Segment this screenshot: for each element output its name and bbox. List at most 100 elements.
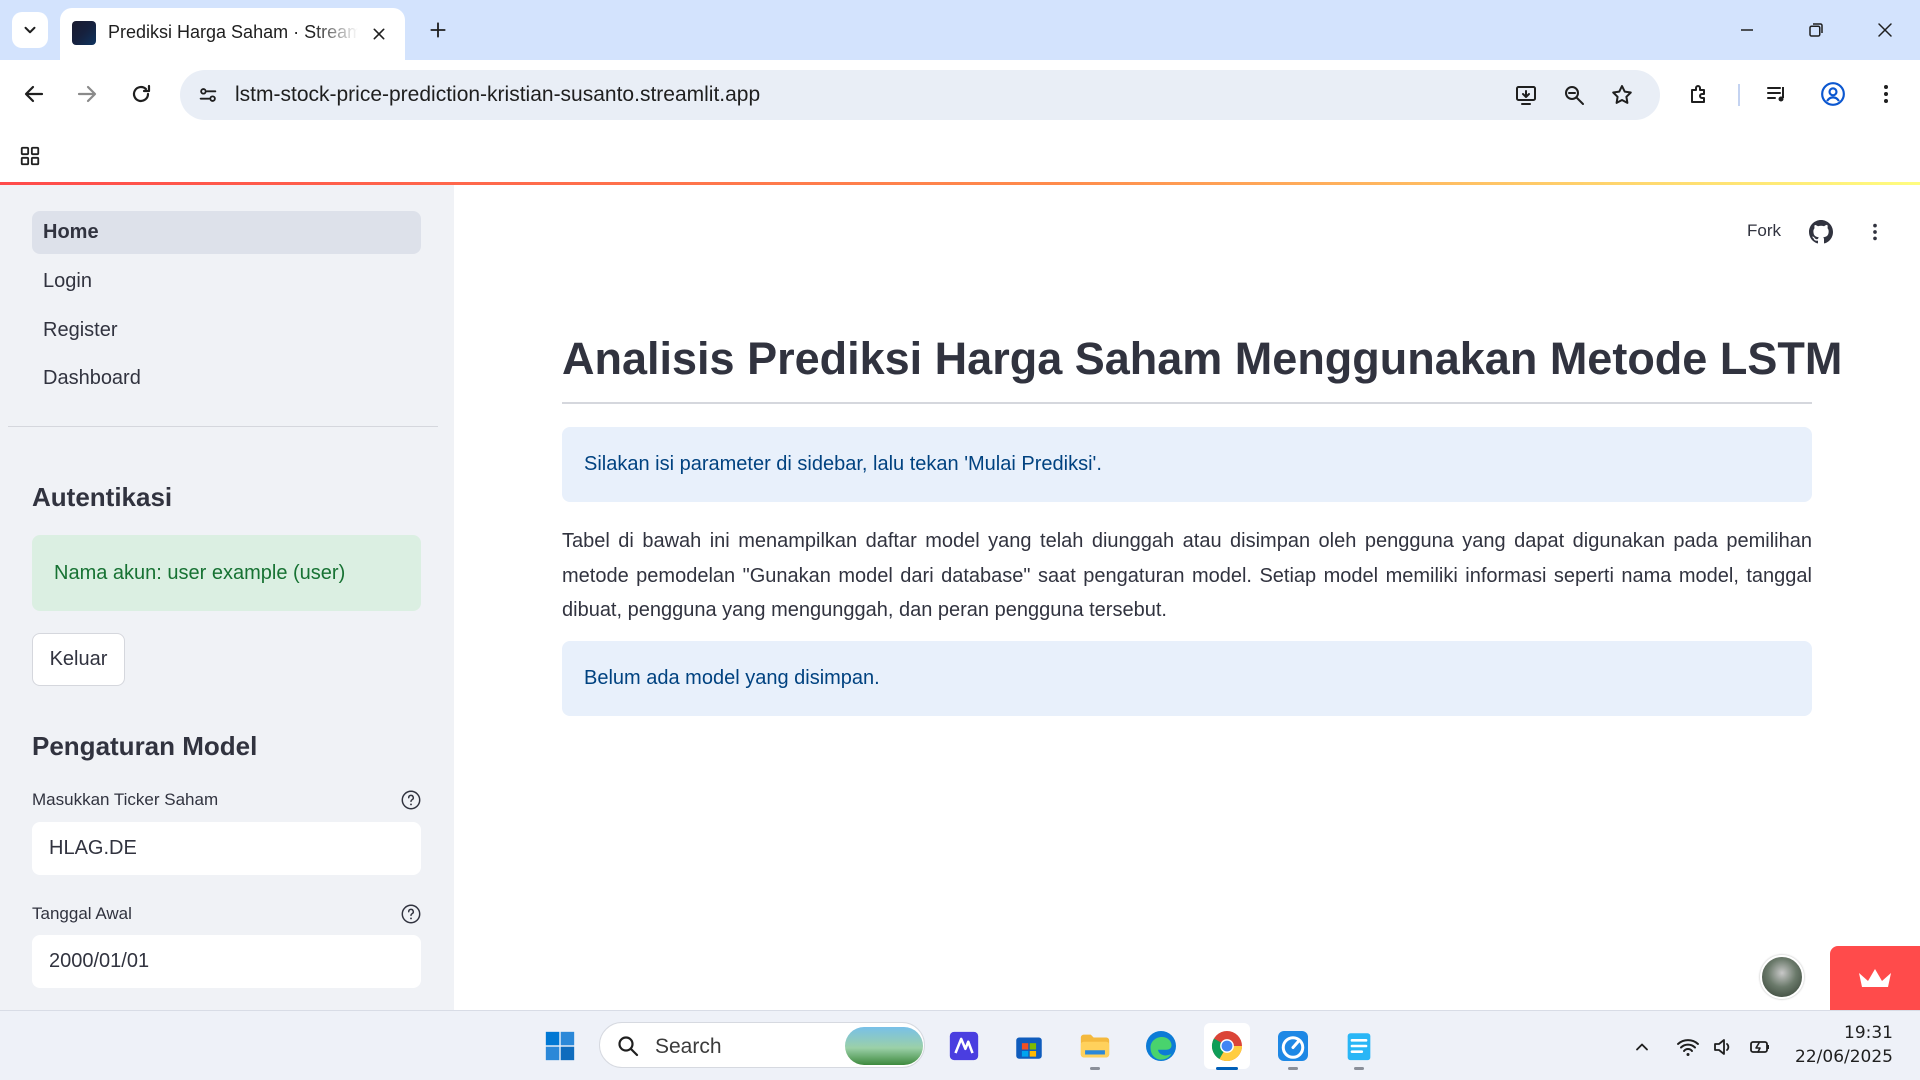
windows-start-icon	[545, 1031, 575, 1061]
empty-models-alert: Belum ada model yang disimpan.	[562, 641, 1812, 716]
mural-app-icon	[949, 1031, 979, 1061]
search-placeholder: Search	[655, 1035, 722, 1058]
chevron-down-icon	[24, 26, 36, 34]
battery-icon	[1750, 1041, 1769, 1053]
profile-button[interactable]	[1813, 74, 1853, 114]
apps-icon	[20, 146, 40, 166]
minimize-button[interactable]	[1722, 10, 1772, 50]
auth-heading: Autentikasi	[32, 482, 173, 512]
clock-time: 19:31	[1844, 1023, 1893, 1043]
streamlit-crown-icon	[1859, 969, 1891, 987]
taskbar-search[interactable]: Search	[599, 1022, 925, 1068]
site-info-icon	[199, 88, 217, 102]
back-icon	[24, 85, 44, 103]
search-highlight-image	[845, 1027, 923, 1065]
wifi-icon	[1677, 1039, 1699, 1056]
account-message: Nama akun: user example (user)	[54, 561, 346, 584]
tab-close-button[interactable]	[367, 22, 391, 46]
sidebar-item-register[interactable]: Register	[32, 309, 421, 352]
restore-icon	[1809, 23, 1823, 37]
ticker-label: Masukkan Ticker Saham	[32, 790, 219, 809]
streamlit-badge[interactable]	[1830, 946, 1920, 1010]
taskbar-app-edge[interactable]	[1138, 1023, 1184, 1069]
close-window-button[interactable]	[1860, 10, 1910, 50]
empty-message: Belum ada model yang disimpan.	[584, 667, 880, 689]
network-button[interactable]	[1674, 1033, 1702, 1061]
store-app-icon	[1016, 1037, 1042, 1059]
logout-button[interactable]: Keluar	[32, 633, 125, 686]
site-info-button[interactable]	[190, 77, 226, 113]
kebab-icon	[1884, 85, 1888, 103]
info-message: Silakan isi parameter di sidebar, lalu t…	[584, 453, 1102, 475]
notepad-icon	[1347, 1033, 1371, 1061]
toolbar-separator	[1738, 84, 1740, 106]
bookmark-button[interactable]	[1604, 77, 1640, 113]
sidebar-item-label: Login	[43, 270, 92, 292]
taskbar-app-mural[interactable]	[941, 1023, 987, 1069]
taskbar-app-store[interactable]	[1006, 1023, 1052, 1069]
tab-search-button[interactable]	[12, 12, 48, 48]
streamlit-favicon	[72, 21, 96, 45]
browser-toolbar: lstm-stock-price-prediction-kristian-sus…	[0, 60, 1920, 130]
model-settings-heading: Pengaturan Model	[32, 731, 258, 761]
running-indicator	[1354, 1067, 1364, 1070]
volume-button[interactable]	[1709, 1033, 1737, 1061]
close-icon	[373, 28, 385, 40]
taskbar-app-notepad[interactable]	[1336, 1023, 1382, 1070]
sidebar-item-dashboard[interactable]: Dashboard	[32, 357, 421, 400]
browser-menu-button[interactable]	[1866, 74, 1906, 114]
volume-icon	[1714, 1039, 1730, 1055]
system-clock[interactable]: 19:31 22/06/2025	[1793, 1021, 1893, 1069]
address-bar[interactable]: lstm-stock-price-prediction-kristian-sus…	[180, 70, 1660, 120]
help-icon	[401, 790, 421, 810]
start-date-input[interactable]	[32, 935, 421, 988]
back-button[interactable]	[14, 74, 54, 114]
battery-button[interactable]	[1746, 1033, 1774, 1061]
info-alert: Silakan isi parameter di sidebar, lalu t…	[562, 427, 1812, 502]
taskbar-app-speed[interactable]	[1270, 1023, 1316, 1070]
fork-button[interactable]: Fork	[1747, 221, 1781, 241]
running-indicator	[1216, 1067, 1238, 1070]
profile-icon	[1821, 82, 1845, 106]
taskbar-app-chrome[interactable]	[1204, 1023, 1250, 1070]
app-menu-button[interactable]	[1860, 217, 1890, 247]
show-hidden-icons-button[interactable]	[1628, 1033, 1656, 1061]
apps-button[interactable]	[12, 138, 48, 174]
media-button[interactable]	[1757, 74, 1797, 114]
extensions-icon	[1691, 85, 1705, 103]
sidebar-item-login[interactable]: Login	[32, 260, 421, 303]
github-button[interactable]	[1806, 217, 1836, 247]
bookmarks-bar	[0, 130, 1920, 182]
account-success-alert: Nama akun: user example (user)	[32, 535, 421, 611]
new-tab-button[interactable]	[418, 12, 458, 48]
browser-tab-active[interactable]: Prediksi Harga Saham · Streamlit	[60, 8, 405, 60]
taskbar: Search 19:31 22/06/2025	[0, 1010, 1920, 1080]
folder-icon	[1080, 1034, 1110, 1058]
speedometer-app-icon	[1278, 1031, 1308, 1061]
ticker-input[interactable]	[32, 822, 421, 875]
running-indicator	[1090, 1067, 1100, 1070]
media-icon	[1767, 87, 1784, 102]
browser-tab-strip: Prediksi Harga Saham · Streamlit	[0, 0, 1920, 60]
url-text[interactable]: lstm-stock-price-prediction-kristian-sus…	[235, 83, 760, 107]
ticker-help-tooltip[interactable]	[399, 788, 423, 812]
install-icon	[1516, 86, 1536, 105]
install-app-button[interactable]	[1508, 77, 1544, 113]
sidebar-item-home[interactable]: Home	[32, 211, 421, 254]
forward-icon	[77, 85, 97, 103]
avatar[interactable]	[1760, 955, 1804, 999]
plus-icon	[430, 22, 446, 38]
title-divider	[562, 402, 1812, 404]
restore-button[interactable]	[1791, 10, 1841, 50]
minimize-icon	[1741, 29, 1753, 31]
sidebar-divider	[8, 426, 438, 427]
zoom-button[interactable]	[1556, 77, 1592, 113]
reload-button[interactable]	[121, 74, 161, 114]
star-icon	[1612, 85, 1632, 104]
start-date-help-tooltip[interactable]	[399, 902, 423, 926]
extensions-button[interactable]	[1679, 74, 1719, 114]
chrome-icon	[1211, 1031, 1243, 1062]
taskbar-app-explorer[interactable]	[1072, 1023, 1118, 1070]
start-button[interactable]	[537, 1023, 583, 1069]
forward-button[interactable]	[67, 74, 107, 114]
